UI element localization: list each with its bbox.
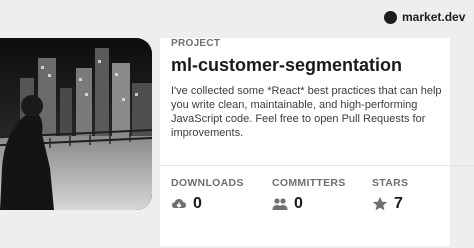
project-title[interactable]: ml-customer-segmentation [171,55,402,76]
market-logo-icon [384,10,397,24]
project-hero-image [0,38,152,210]
brand[interactable]: market.dev [384,10,465,24]
cloud-download-icon [171,196,187,212]
users-icon [272,196,288,212]
downloads-value: 0 [193,195,202,212]
downloads-stat: DOWNLOADS 0 [171,177,244,213]
project-stats: DOWNLOADS 0 COMMITTERS 0 STARS 7 [160,165,474,222]
star-icon [372,196,388,212]
committers-label: COMMITTERS [272,177,346,189]
project-description: I've collected some *React* best practic… [171,85,442,139]
stars-label: STARS [372,177,409,189]
stars-stat: STARS 7 [372,177,408,213]
downloads-label: DOWNLOADS [171,177,244,189]
stars-value: 7 [394,195,403,212]
project-kicker: PROJECT [171,38,221,49]
committers-stat: COMMITTERS 0 [272,177,346,213]
committers-value: 0 [294,195,303,212]
brand-name: market.dev [402,10,466,24]
